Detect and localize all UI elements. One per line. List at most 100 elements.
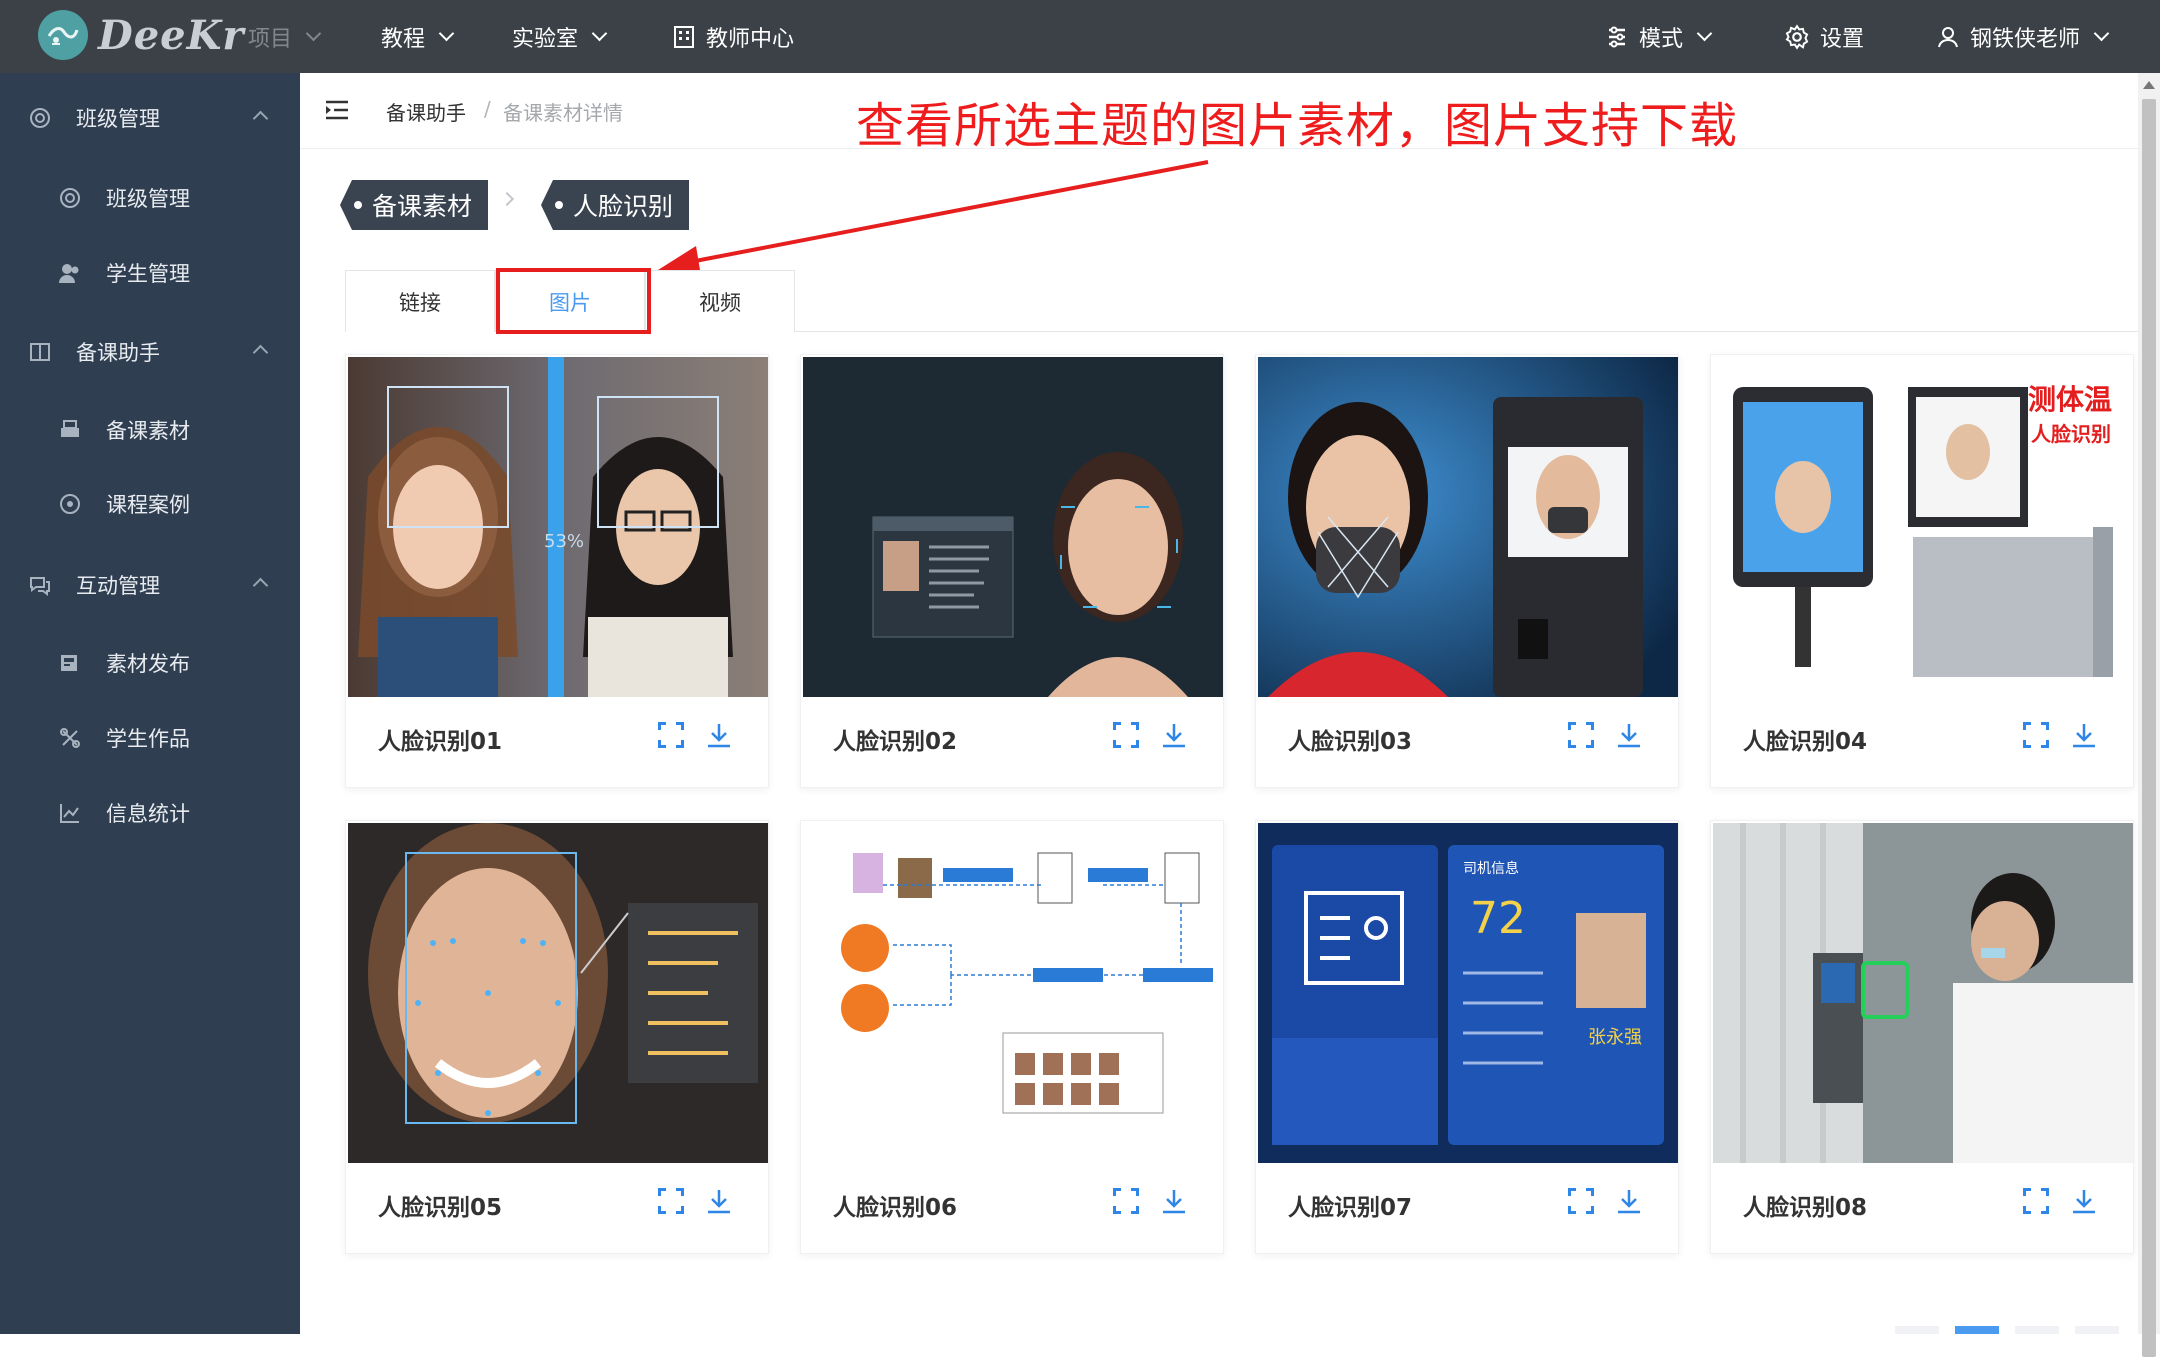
sidebar-item-label: 课程案例 <box>106 493 190 517</box>
pagination-button[interactable] <box>1895 1326 1939 1334</box>
annotation-arrow <box>658 160 1209 270</box>
card-image[interactable]: 测体温 人脸识别 <box>1713 357 2133 697</box>
sidebar-item-student-works[interactable]: 学生作品 <box>0 703 300 773</box>
download-icon[interactable] <box>706 1188 732 1214</box>
nav-lab-label: 实验室 <box>512 26 579 52</box>
card-title: 人脸识别05 <box>378 1195 503 1221</box>
card-title: 人脸识别02 <box>833 729 958 755</box>
sidebar-item-publish[interactable]: 素材发布 <box>0 628 300 698</box>
sidebar-item-course-case[interactable]: 课程案例 <box>0 469 300 539</box>
image-card[interactable]: 人脸识别02 <box>800 354 1224 788</box>
nav-project[interactable]: 项目 <box>248 0 322 73</box>
chevron-up-icon <box>252 577 269 594</box>
class-icon <box>28 106 52 130</box>
nav-teacher-center-label: 教师中心 <box>706 26 795 52</box>
card-image[interactable] <box>1258 357 1678 697</box>
img-label: 72 <box>1470 893 1526 944</box>
nav-settings-label: 设置 <box>1820 26 1865 52</box>
download-icon[interactable] <box>2071 1188 2097 1214</box>
tag-prep-material[interactable]: 备课素材 <box>340 180 489 230</box>
card-title: 人脸识别01 <box>378 729 503 755</box>
image-card[interactable]: 测体温 人脸识别 人脸识别04 <box>1710 354 2134 788</box>
sidebar-group-label: 班级管理 <box>76 107 160 131</box>
vertical-scrollbar[interactable] <box>2138 73 2160 1357</box>
image-card[interactable]: 司机信息 72 张永强 人脸识别07 <box>1255 820 1679 1254</box>
card-image[interactable] <box>348 823 768 1163</box>
img-label: 测体温 <box>2028 383 2112 416</box>
logo-mark-icon <box>38 10 88 60</box>
card-title: 人脸识别06 <box>833 1195 958 1221</box>
img-label: 53% <box>544 531 584 552</box>
tag-face-recognition[interactable]: 人脸识别 <box>541 180 690 230</box>
sidebar-item-label: 学生管理 <box>106 262 190 286</box>
image-card[interactable]: 人脸识别03 <box>1255 354 1679 788</box>
expand-icon[interactable] <box>2023 1188 2049 1214</box>
building-icon <box>674 25 694 48</box>
disc-icon <box>58 492 82 516</box>
expand-icon[interactable] <box>1568 722 1594 748</box>
nav-teacher-center[interactable]: 教师中心 <box>672 0 794 73</box>
download-icon[interactable] <box>2071 722 2097 748</box>
mode-icon <box>1609 26 1625 47</box>
nav-tutorial-label: 教程 <box>381 26 426 52</box>
nav-mode[interactable]: 模式 <box>1605 0 1713 73</box>
book-icon <box>28 340 52 364</box>
sidebar-group-interaction[interactable]: 互动管理 <box>0 550 300 620</box>
expand-icon[interactable] <box>1568 1188 1594 1214</box>
nav-tutorial[interactable]: 教程 <box>381 0 455 73</box>
nav-settings[interactable]: 设置 <box>1784 0 1864 73</box>
image-card[interactable]: 53% 人脸识别01 <box>345 354 769 788</box>
sidebar-item-statistics[interactable]: 信息统计 <box>0 778 300 848</box>
card-image[interactable] <box>803 823 1223 1163</box>
tab-links[interactable]: 链接 <box>345 270 495 332</box>
card-image[interactable]: 53% <box>348 357 768 697</box>
card-actions <box>1568 1188 1642 1214</box>
card-image[interactable] <box>1713 823 2133 1163</box>
img-label: 人脸识别 <box>2031 422 2111 446</box>
chevron-up-icon <box>252 344 269 361</box>
image-card[interactable]: 人脸识别08 <box>1710 820 2134 1254</box>
download-icon[interactable] <box>706 722 732 748</box>
annotation-highlight-box <box>496 268 651 334</box>
nav-lab[interactable]: 实验室 <box>512 0 608 73</box>
chevron-up-icon <box>252 110 269 127</box>
sidebar-item-prep-material[interactable]: 备课素材 <box>0 395 300 465</box>
nav-user[interactable]: 钢铁侠老师 <box>1936 0 2110 73</box>
sidebar-item-student-manage[interactable]: 学生管理 <box>0 238 300 308</box>
class-icon <box>58 186 82 210</box>
logo[interactable]: DeeKr <box>38 10 244 60</box>
download-icon[interactable] <box>1161 1188 1187 1214</box>
download-icon[interactable] <box>1616 1188 1642 1214</box>
breadcrumb-prep[interactable]: 备课助手 <box>386 97 466 126</box>
expand-icon[interactable] <box>658 1188 684 1214</box>
tab-videos[interactable]: 视频 <box>645 270 795 332</box>
download-icon[interactable] <box>1161 722 1187 748</box>
top-nav-bar: DeeKr 项目 教程 实验室 教师中心 模式 设置 钢铁侠老师 <box>0 0 2160 73</box>
expand-icon[interactable] <box>1113 1188 1139 1214</box>
pagination-button[interactable] <box>2075 1326 2119 1334</box>
sidebar-group-label: 互动管理 <box>76 574 160 598</box>
menu-fold-icon[interactable] <box>324 99 350 125</box>
sidebar-group-class[interactable]: 班级管理 <box>0 83 300 153</box>
expand-icon[interactable] <box>2023 722 2049 748</box>
card-image[interactable] <box>803 357 1223 697</box>
nav-mode-label: 模式 <box>1639 26 1684 52</box>
sidebar-group-prep[interactable]: 备课助手 <box>0 317 300 387</box>
sidebar-item-class-manage[interactable]: 班级管理 <box>0 163 300 233</box>
card-title: 人脸识别03 <box>1288 729 1413 755</box>
chevron-down-icon <box>1696 25 1713 42</box>
expand-icon[interactable] <box>1113 722 1139 748</box>
img-label: 张永强 <box>1588 1027 1642 1048</box>
download-icon[interactable] <box>1616 722 1642 748</box>
scrollbar-thumb[interactable] <box>2142 99 2156 1357</box>
card-image[interactable]: 司机信息 72 张永强 <box>1258 823 1678 1163</box>
image-card[interactable]: 人脸识别05 <box>345 820 769 1254</box>
pagination-button-active[interactable] <box>1955 1326 1999 1334</box>
expand-icon[interactable] <box>658 722 684 748</box>
sidebar-item-label: 学生作品 <box>106 727 190 751</box>
chevron-down-icon <box>2093 25 2110 42</box>
chat-icon <box>28 573 52 597</box>
image-card[interactable]: 人脸识别06 <box>800 820 1224 1254</box>
scroll-up-arrow-icon[interactable] <box>2143 81 2155 89</box>
pagination-button[interactable] <box>2015 1326 2059 1334</box>
